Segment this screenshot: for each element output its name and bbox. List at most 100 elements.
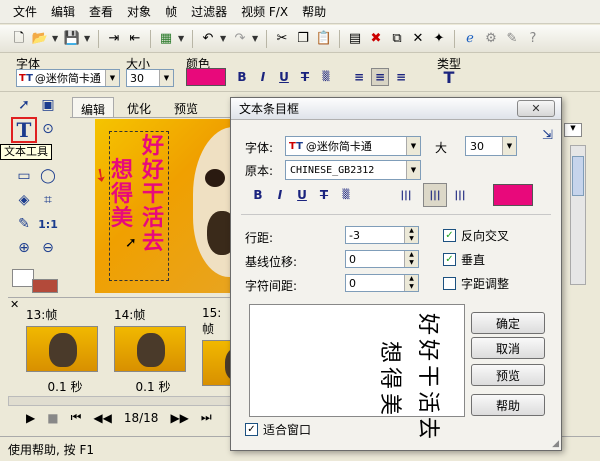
underline-icon[interactable]: U [275,68,293,86]
ok-button[interactable]: 确定 [471,312,545,334]
align-top-icon[interactable]: ||| [397,186,415,204]
chevron-down-icon[interactable]: ▼ [84,34,92,43]
line-spacing-input[interactable]: -3 ▲ ▼ [345,226,419,244]
background-color-swatch[interactable] [32,279,58,293]
dialog-size-combo[interactable]: 30 ▼ [465,136,517,156]
paste-icon[interactable]: 📋 [315,30,333,48]
eyedropper-icon[interactable]: ✎ [14,214,34,234]
close-icon[interactable]: ✕ [10,298,19,311]
checkbox-checked-icon[interactable]: ✓ [245,423,258,436]
help-button[interactable]: 帮助 [471,394,545,416]
frame-item[interactable]: 13:帧 0.1 秒 [26,306,104,395]
new-file-icon[interactable]: 🗋 [10,30,28,48]
chevron-down-icon[interactable]: ▼ [406,137,420,155]
next-frame-icon[interactable]: ▶▶ [170,411,188,425]
reverse-checkbox[interactable]: ✓ 反向交叉 [443,227,509,244]
close-button[interactable]: ✕ [517,100,555,117]
font-combo[interactable]: TT @迷你简卡通 ▼ [16,69,120,87]
menu-view[interactable]: 查看 [82,0,120,24]
import-icon[interactable]: ⇥ [105,30,123,48]
spinner-icon[interactable]: ▲ ▼ [404,275,418,291]
delete-icon[interactable]: ✖ [367,30,385,48]
italic-icon[interactable]: I [271,186,289,204]
tools-icon[interactable]: ✎ [503,30,521,48]
bold-icon[interactable]: B [249,186,267,204]
help-icon[interactable]: ? [524,30,542,48]
pointer-icon[interactable]: ➚ [14,95,34,115]
tab-preview[interactable]: 预览 [166,97,206,117]
checkbox-checked-icon[interactable]: ✓ [443,229,456,242]
chevron-down-icon[interactable]: ▼ [159,70,173,86]
fill-bucket-icon[interactable]: ◈ [14,190,34,210]
text-tool-icon[interactable]: T [11,117,37,143]
tab-optimize[interactable]: 优化 [119,97,159,117]
image-tool-icon[interactable]: ▦ [157,30,175,48]
spinner-icon[interactable]: ▲ ▼ [404,227,418,243]
frame-thumbnail[interactable] [202,340,232,386]
align-middle-icon[interactable]: ||| [423,183,447,207]
menu-edit[interactable]: 编辑 [44,0,82,24]
baseline-input[interactable]: 0 ▲ ▼ [345,250,419,268]
menu-frame[interactable]: 帧 [158,0,184,24]
tab-edit[interactable]: 编辑 [72,97,115,117]
chevron-down-icon[interactable]: ▼ [502,137,516,155]
previous-frame-icon[interactable]: ◀◀ [93,411,111,425]
bold-icon[interactable]: B [233,68,251,86]
cut-icon[interactable]: ✂ [273,30,291,48]
kerning-checkbox[interactable]: 字距调整 [443,275,509,292]
browser-preview-icon[interactable]: ℯ [461,30,479,48]
menu-filter[interactable]: 过滤器 [184,0,234,24]
checkbox-checked-icon[interactable]: ✓ [443,253,456,266]
align-left-icon[interactable]: ≡ [350,68,368,86]
antialias-icon[interactable]: ▒ [337,186,355,204]
actual-size-icon[interactable]: 1:1 [38,214,58,234]
select-rect-icon[interactable]: ▣ [38,95,58,115]
dialog-titlebar[interactable]: 文本条目框 ✕ [231,98,561,120]
frame-duration[interactable]: 0.1 秒 [114,378,192,395]
cancel-button[interactable]: 取消 [471,337,545,359]
frame-thumbnail[interactable] [114,326,186,372]
char-spacing-input[interactable]: 0 ▲ ▼ [345,274,419,292]
align-right-icon[interactable]: ≡ [392,68,410,86]
undo-icon[interactable]: ↶ [199,30,217,48]
scrollbar-thumb[interactable] [572,156,584,196]
chevron-down-icon[interactable]: ▼ [220,34,228,43]
export-icon[interactable]: ⇤ [126,30,144,48]
menu-file[interactable]: 文件 [6,0,44,24]
frame-thumbnail[interactable] [26,326,98,372]
scrollbar[interactable] [570,145,586,285]
chevron-down-icon[interactable]: ▼ [252,34,260,43]
optimize-icon[interactable]: ⚙ [482,30,500,48]
resize-grip-icon[interactable]: ◢ [552,439,559,449]
text-preview-box[interactable]: 好好干活去 想得美 [249,304,465,439]
align-bottom-icon[interactable]: ||| [451,186,469,204]
spinner-icon[interactable]: ▲ ▼ [404,251,418,267]
image-canvas[interactable]: 好好干活去 想得美 ➘ ➚ [95,119,235,293]
dialog-script-combo[interactable]: CHINESE_GB2312 ▼ [285,160,421,180]
menu-object[interactable]: 对象 [120,0,158,24]
save-icon[interactable]: 💾 [63,30,81,48]
preview-button[interactable]: 预览 [471,364,545,386]
properties-icon[interactable]: ▤ [346,30,364,48]
transform-icon[interactable]: ⌗ [38,190,58,210]
antialias-icon[interactable]: ▒ [317,68,335,86]
zoom-out-icon[interactable]: ⊖ [38,238,58,258]
chevron-down-icon[interactable]: ▼ [178,34,186,43]
dialog-text-color-swatch[interactable] [493,184,533,206]
fit-window-checkbox[interactable]: ✓ 适合窗口 [245,421,311,438]
frame-item[interactable]: 14:帧 0.1 秒 [114,306,192,395]
open-folder-icon[interactable]: 📂 [31,30,49,48]
crop-icon[interactable]: ✕ [409,30,427,48]
eraser-icon[interactable]: ▭ [14,166,34,186]
timeline-scrollbar[interactable] [8,396,233,406]
chevron-down-icon[interactable]: ▼ [52,34,60,43]
frame-item[interactable]: 15:帧 [202,306,232,386]
checkbox-empty-icon[interactable] [443,277,456,290]
copy-icon[interactable]: ❐ [294,30,312,48]
text-color-swatch[interactable] [186,68,226,86]
strikethrough-icon[interactable]: T [315,186,333,204]
redo-icon[interactable]: ↷ [231,30,249,48]
play-icon[interactable]: ▶ [26,411,35,425]
text-type-icon[interactable]: T [440,68,458,87]
chevron-down-icon[interactable]: ▼ [406,161,420,179]
